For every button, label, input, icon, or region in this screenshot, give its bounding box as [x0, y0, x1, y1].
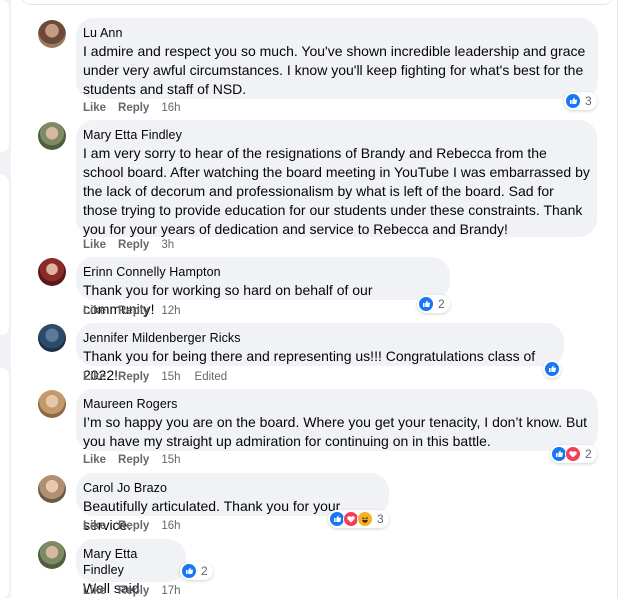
comment-actions: Like Reply 3h [83, 239, 174, 251]
comment-author[interactable]: Lu Ann [83, 25, 592, 41]
comment-author[interactable]: Erinn Connelly Hampton [83, 264, 444, 280]
avatar[interactable] [38, 122, 66, 150]
reply-button[interactable]: Reply [118, 239, 149, 251]
reaction-summary[interactable]: 3 [564, 92, 597, 110]
comment-text: I am very sorry to hear of the resignati… [83, 145, 590, 237]
reply-button[interactable]: Reply [118, 520, 149, 532]
comment-timestamp[interactable]: 15h [161, 371, 180, 383]
like-button[interactable]: Like [83, 239, 106, 251]
reply-button[interactable]: Reply [118, 454, 149, 466]
like-button[interactable]: Like [83, 454, 106, 466]
comment-timestamp[interactable]: 17h [161, 585, 180, 597]
comment-bubble: Mary Etta Findley I am very sorry to hea… [76, 120, 597, 237]
comment-actions: Like Reply 15h Edited [83, 371, 227, 383]
comment-author[interactable]: Maureen Rogers [83, 396, 592, 412]
comment-author[interactable]: Jennifer Mildenberger Ricks [83, 330, 558, 346]
feed-divider [617, 0, 618, 598]
reaction-summary[interactable]: 2 [550, 445, 597, 463]
reaction-count: 2 [201, 564, 208, 578]
like-icon [544, 361, 560, 377]
reaction-count: 2 [438, 297, 445, 311]
left-card [0, 368, 9, 598]
reaction-summary[interactable]: 2 [180, 562, 213, 580]
comment-actions: Like Reply 12h [83, 305, 181, 317]
comment-author[interactable]: Carol Jo Brazo [83, 480, 383, 496]
comment-author[interactable]: Mary Etta Findley [83, 546, 180, 578]
like-icon [418, 296, 434, 312]
avatar[interactable] [38, 20, 66, 48]
left-card [0, 0, 9, 152]
comment-bubble: Lu Ann I admire and respect you so much.… [76, 18, 598, 99]
comment-bubble: Jennifer Mildenberger Ricks Thank you fo… [76, 323, 564, 383]
like-button[interactable]: Like [83, 305, 106, 317]
avatar[interactable] [38, 324, 66, 352]
comment-actions: Like Reply 15h [83, 454, 181, 466]
like-icon [565, 93, 581, 109]
reaction-count: 2 [585, 447, 592, 461]
reaction-summary[interactable]: 2 [417, 295, 450, 313]
like-button[interactable]: Like [83, 520, 106, 532]
comment-author[interactable]: Mary Etta Findley [83, 127, 591, 143]
love-icon [565, 446, 581, 462]
edited-label[interactable]: Edited [195, 371, 228, 383]
reply-button[interactable]: Reply [118, 371, 149, 383]
avatar[interactable] [38, 475, 66, 503]
like-button[interactable]: Like [83, 585, 106, 597]
left-card [0, 175, 9, 335]
comment-bubble: Maureen Rogers I’m so happy you are on t… [76, 389, 598, 451]
comment-actions: Like Reply 16h [83, 520, 181, 532]
previous-post-edge [22, 0, 612, 5]
avatar[interactable] [38, 390, 66, 418]
haha-icon [357, 511, 373, 527]
comment-text: I admire and respect you so much. You've… [83, 43, 586, 97]
avatar[interactable] [38, 541, 66, 569]
reply-button[interactable]: Reply [118, 305, 149, 317]
comment-timestamp[interactable]: 12h [161, 305, 180, 317]
reaction-summary[interactable]: 3 [328, 510, 389, 528]
left-column-background [0, 0, 11, 598]
reaction-count: 3 [585, 94, 592, 108]
reply-button[interactable]: Reply [118, 585, 149, 597]
comment-bubble: Erinn Connelly Hampton Thank you for wor… [76, 257, 450, 317]
reply-button[interactable]: Reply [118, 102, 149, 114]
comment-actions: Like Reply 17h [83, 585, 181, 597]
comment-actions: Like Reply 16h [83, 102, 181, 114]
comment-timestamp[interactable]: 3h [161, 239, 174, 251]
like-button[interactable]: Like [83, 102, 106, 114]
reaction-count: 3 [377, 512, 384, 526]
comment-timestamp[interactable]: 16h [161, 102, 180, 114]
comment-text: I’m so happy you are on the board. Where… [83, 414, 588, 449]
avatar[interactable] [38, 258, 66, 286]
like-button[interactable]: Like [83, 371, 106, 383]
comment-bubble: Mary Etta Findley Well said [76, 539, 186, 596]
like-icon [181, 563, 197, 579]
comment-timestamp[interactable]: 16h [161, 520, 180, 532]
reaction-summary[interactable] [543, 360, 561, 378]
comment-timestamp[interactable]: 15h [161, 454, 180, 466]
